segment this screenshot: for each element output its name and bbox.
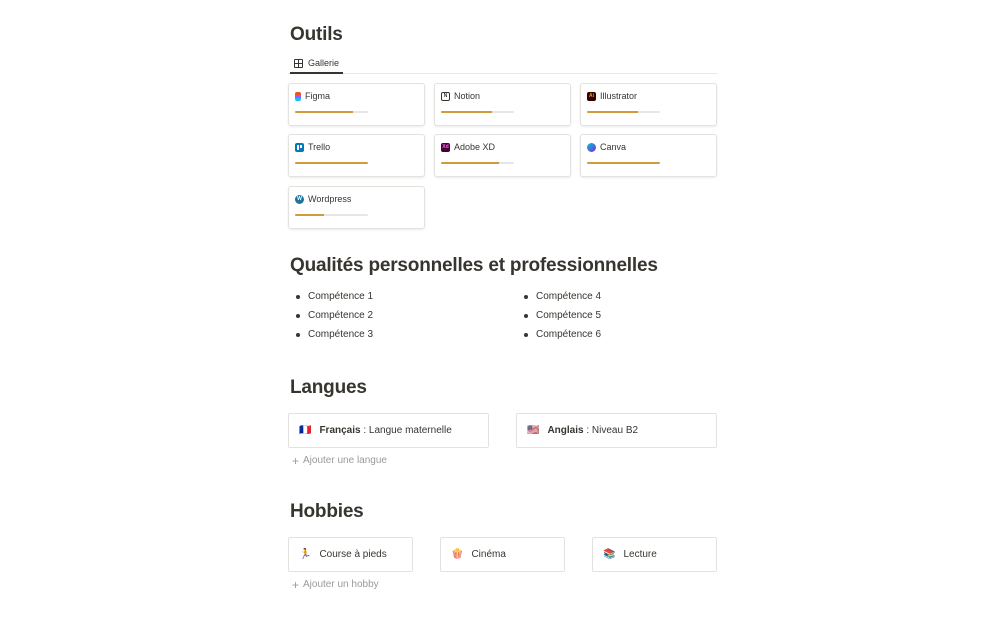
qualites-heading: Qualités personnelles et professionnelle… (290, 255, 658, 276)
tool-card-illustrator[interactable]: Ai Illustrator (580, 83, 717, 126)
progress-bar (295, 162, 368, 164)
progress-bar (441, 111, 514, 113)
hobby-label: Course à pieds (319, 549, 387, 560)
hobby-card-course[interactable]: 🏃 Course à pieds (288, 537, 413, 572)
tab-gallerie-label: Gallerie (308, 58, 340, 68)
list-item-label: Compétence 3 (308, 329, 374, 340)
progress-fill (295, 111, 354, 113)
trello-icon (295, 142, 304, 152)
language-text: Français : Langue maternelle (319, 425, 452, 436)
tool-name: Wordpress (308, 194, 352, 204)
tool-card-figma[interactable]: Figma (288, 83, 425, 126)
tool-name: Trello (308, 142, 331, 152)
illustrator-icon: Ai (587, 91, 596, 101)
list-item: Compétence 3 (296, 329, 373, 340)
progress-fill (587, 162, 660, 164)
progress-bar (441, 162, 514, 164)
bullet-icon (296, 332, 300, 337)
tool-name: Notion (454, 91, 481, 101)
list-item-label: Compétence 4 (536, 291, 602, 302)
tool-name: Canva (600, 142, 627, 152)
add-hobby-button[interactable]: + Ajouter un hobby (292, 577, 379, 592)
list-item-label: Compétence 6 (536, 329, 602, 340)
language-card-francais[interactable]: 🇫🇷 Français : Langue maternelle (288, 413, 489, 448)
language-card-anglais[interactable]: 🇺🇸 Anglais : Niveau B2 (516, 413, 717, 448)
tab-gallerie[interactable]: Gallerie (290, 54, 344, 74)
progress-fill (441, 162, 500, 164)
tool-card-trello[interactable]: Trello (288, 134, 425, 177)
notion-icon: N (441, 91, 450, 101)
canva-icon (587, 142, 596, 152)
bullet-icon (524, 313, 528, 318)
bullet-icon (524, 332, 528, 337)
add-hobby-label: Ajouter un hobby (303, 579, 379, 590)
adobe-xd-icon: Xd (441, 142, 450, 152)
tool-name: Illustrator (600, 91, 638, 101)
list-item-label: Compétence 5 (536, 310, 602, 321)
progress-fill (295, 214, 325, 216)
progress-fill (295, 162, 368, 164)
list-item-label: Compétence 2 (308, 310, 374, 321)
tool-card-canva[interactable]: Canva (580, 134, 717, 177)
outils-heading: Outils (290, 24, 343, 45)
list-item: Compétence 1 (296, 291, 373, 302)
figma-icon (295, 91, 301, 101)
hobby-label: Lecture (623, 549, 657, 560)
list-item: Compétence 6 (524, 329, 601, 340)
tool-name: Adobe XD (454, 142, 496, 152)
books-icon: 📚 (603, 549, 616, 560)
tool-card-adobe-xd[interactable]: Xd Adobe XD (434, 134, 571, 177)
tool-card-notion[interactable]: N Notion (434, 83, 571, 126)
list-item-label: Compétence 1 (308, 291, 374, 302)
hobby-card-lecture[interactable]: 📚 Lecture (592, 537, 717, 572)
progress-bar (295, 111, 368, 113)
list-item: Compétence 4 (524, 291, 601, 302)
plus-icon: + (292, 453, 300, 468)
tool-card-wordpress[interactable]: W Wordpress (288, 186, 425, 229)
gallery-tabbar: Gallerie (288, 54, 718, 74)
bullet-icon (296, 294, 300, 299)
bullet-icon (524, 294, 528, 299)
flag-fr-icon: 🇫🇷 (299, 425, 312, 436)
popcorn-icon: 🍿 (451, 549, 464, 560)
langues-heading: Langues (290, 377, 367, 398)
bullet-icon (296, 313, 300, 318)
flag-us-icon: 🇺🇸 (527, 425, 540, 436)
language-text: Anglais : Niveau B2 (547, 425, 639, 436)
list-item: Compétence 5 (524, 310, 601, 321)
progress-bar (295, 214, 368, 216)
add-language-button[interactable]: + Ajouter une langue (292, 453, 387, 468)
hobbies-heading: Hobbies (290, 501, 364, 522)
list-item: Compétence 2 (296, 310, 373, 321)
hobby-label: Cinéma (471, 549, 506, 560)
tool-name: Figma (305, 91, 331, 101)
progress-fill (587, 111, 639, 113)
add-language-label: Ajouter une langue (303, 455, 387, 466)
hobby-card-cinema[interactable]: 🍿 Cinéma (440, 537, 565, 572)
wordpress-icon: W (295, 194, 304, 204)
gallery-icon (294, 58, 303, 68)
progress-bar (587, 111, 660, 113)
plus-icon: + (292, 577, 300, 592)
runner-icon: 🏃 (299, 549, 312, 560)
progress-bar (587, 162, 660, 164)
progress-fill (441, 111, 493, 113)
